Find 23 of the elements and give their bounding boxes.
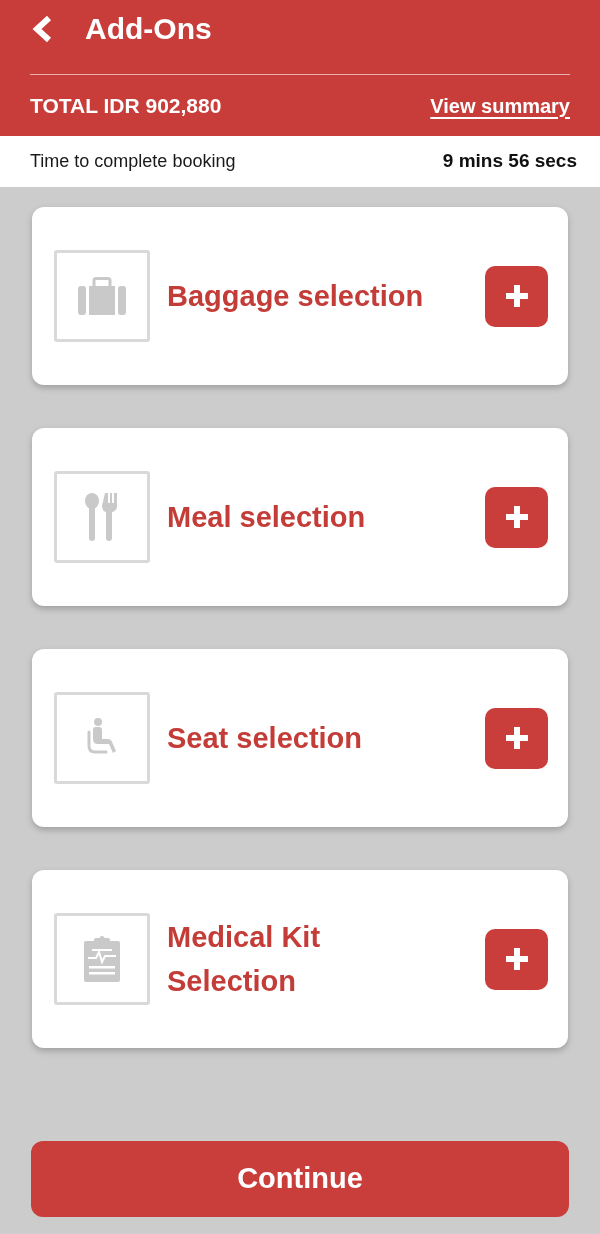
suitcase-icon (54, 250, 150, 342)
addon-title: Medical Kit Selection (167, 920, 322, 999)
back-icon[interactable] (30, 15, 52, 43)
addon-title: Seat selection (167, 721, 364, 756)
continue-button[interactable]: Continue (31, 1141, 569, 1217)
total-price: TOTAL IDR 902,880 (30, 92, 222, 119)
addon-title: Meal selection (167, 500, 367, 535)
plus-icon (505, 727, 528, 749)
view-summary-link[interactable]: View summary (430, 90, 570, 121)
plus-icon (505, 948, 528, 970)
addon-title: Baggage selection (167, 279, 425, 314)
clipboard-icon (54, 913, 150, 1005)
plus-icon (505, 506, 528, 528)
plus-icon (505, 285, 528, 307)
timer-label: Time to complete booking (30, 150, 236, 173)
timer-value: 9 mins 56 secs (442, 149, 577, 174)
add-button[interactable] (485, 707, 548, 769)
seated-person-icon (54, 692, 150, 784)
spoon-and-fork-icon (54, 471, 150, 563)
add-button[interactable] (485, 486, 548, 548)
add-button[interactable] (485, 265, 548, 327)
add-button[interactable] (485, 928, 548, 990)
page-title: Add-Ons (85, 13, 212, 44)
